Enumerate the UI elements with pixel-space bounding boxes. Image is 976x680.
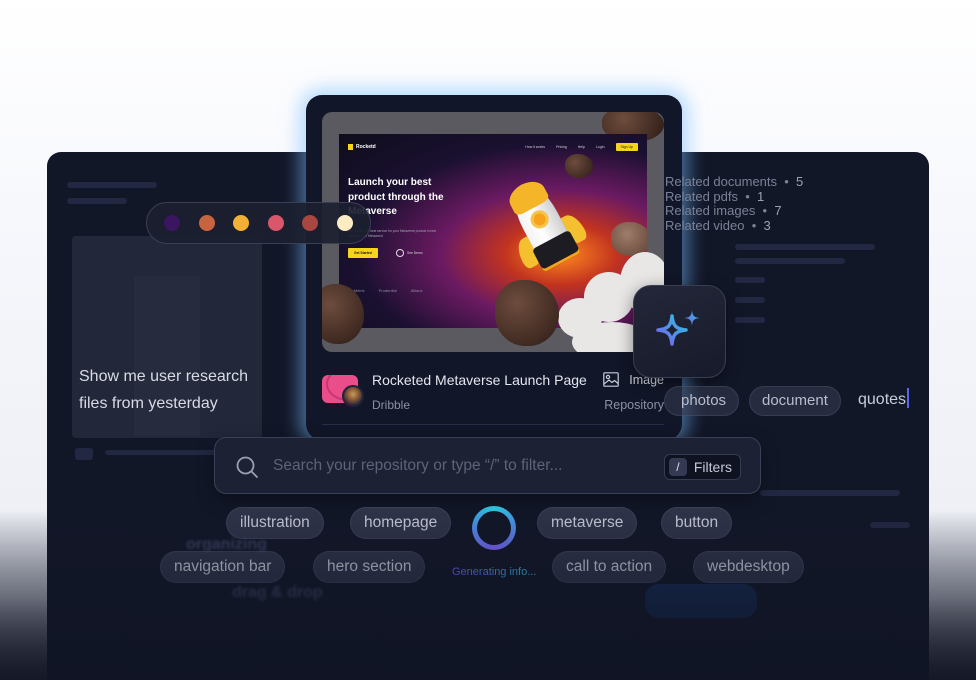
suggestion-chip[interactable]: button — [661, 507, 733, 539]
mockup-signup-button: Sign Up — [615, 143, 638, 151]
ghost-line — [735, 244, 875, 250]
search-bar: / Filters — [214, 437, 761, 494]
related-item[interactable]: Related images • 7 — [665, 203, 803, 219]
mockup-nav-link: How it works — [525, 145, 546, 149]
mockup-partners: BioMetrix Prudential Allianz — [348, 288, 423, 293]
mockup-nav-link: Help — [577, 145, 585, 149]
suggestion-chip[interactable]: webdesktop — [693, 551, 804, 583]
suggestion-chip[interactable]: homepage — [350, 507, 452, 539]
mockup-nav: Rocketd How it works Pricing Help Login … — [348, 143, 638, 151]
asteroid-image — [611, 222, 647, 256]
result-location: Repository — [604, 398, 664, 412]
color-swatch[interactable] — [302, 215, 319, 231]
avatar — [342, 385, 364, 407]
suggestion-chip[interactable]: metaverse — [537, 507, 638, 539]
result-source: Dribble — [372, 398, 411, 412]
color-swatch[interactable] — [336, 215, 353, 231]
ghost-line — [735, 258, 845, 264]
ghost-line — [67, 182, 157, 188]
ghost-line — [67, 198, 127, 204]
ghost-line — [870, 522, 910, 528]
slash-shortcut-key: / — [668, 458, 687, 476]
suggestion-chip[interactable]: illustration — [226, 507, 324, 539]
ghost-line — [735, 277, 765, 283]
search-input[interactable] — [273, 452, 653, 480]
mockup-nav-link: Login — [595, 145, 605, 149]
related-item[interactable]: Related video • 3 — [665, 218, 803, 234]
filter-tag-chip[interactable]: photos — [664, 386, 740, 416]
tag-input[interactable]: quotes — [858, 388, 910, 409]
background-chat-bubble — [645, 584, 757, 618]
asteroid-image — [495, 280, 559, 346]
related-item[interactable]: Related documents • 5 — [665, 174, 803, 190]
chat-query: Show me user research files from yesterd… — [79, 368, 248, 412]
ai-assistant-button[interactable] — [633, 285, 726, 378]
tablet-preview-card[interactable]: Rocketd How it works Pricing Help Login … — [306, 95, 682, 440]
mockup-demo-link: See Demo — [396, 249, 423, 257]
suggestion-chip[interactable]: call to action — [552, 551, 667, 583]
mockup-logo: Rocketd — [348, 144, 376, 150]
color-swatch[interactable] — [267, 215, 284, 231]
search-result-item[interactable]: Rocketed Metaverse Launch Page Dribble I… — [322, 365, 664, 425]
loading-spinner-icon — [472, 506, 516, 550]
result-title[interactable]: Rocketed Metaverse Launch Page — [372, 372, 587, 388]
sparkles-icon — [655, 309, 700, 346]
filters-button[interactable]: / Filters — [663, 454, 741, 480]
generating-status: Generating info... — [452, 566, 537, 578]
design-preview-screen[interactable]: Rocketd How it works Pricing Help Login … — [322, 112, 664, 352]
related-item[interactable]: Related pdfs • 1 — [665, 189, 803, 205]
mockup-cta-button: Get Started — [348, 248, 378, 258]
suggestion-chip[interactable]: navigation bar — [160, 551, 286, 583]
mockup-nav-link: Pricing — [556, 145, 567, 149]
filter-tag-chip[interactable]: document — [749, 386, 841, 416]
color-swatch[interactable] — [198, 215, 215, 231]
color-swatch[interactable] — [164, 215, 181, 231]
related-list: Related documents • 5 Related pdfs • 1 R… — [665, 174, 803, 234]
image-icon — [603, 372, 620, 387]
divider — [322, 424, 664, 425]
color-palette — [146, 202, 371, 244]
search-icon — [236, 456, 258, 478]
text-caret — [907, 388, 910, 408]
ghost-line — [735, 317, 765, 323]
ghost-line — [75, 448, 93, 460]
play-icon — [396, 249, 404, 257]
suggestion-chip[interactable]: hero section — [313, 551, 426, 583]
background-drag-drop-text: drag & drop — [232, 584, 323, 601]
ghost-line — [760, 490, 900, 496]
asteroid-image — [565, 154, 593, 178]
ghost-line — [735, 297, 765, 303]
color-swatch[interactable] — [233, 215, 250, 231]
